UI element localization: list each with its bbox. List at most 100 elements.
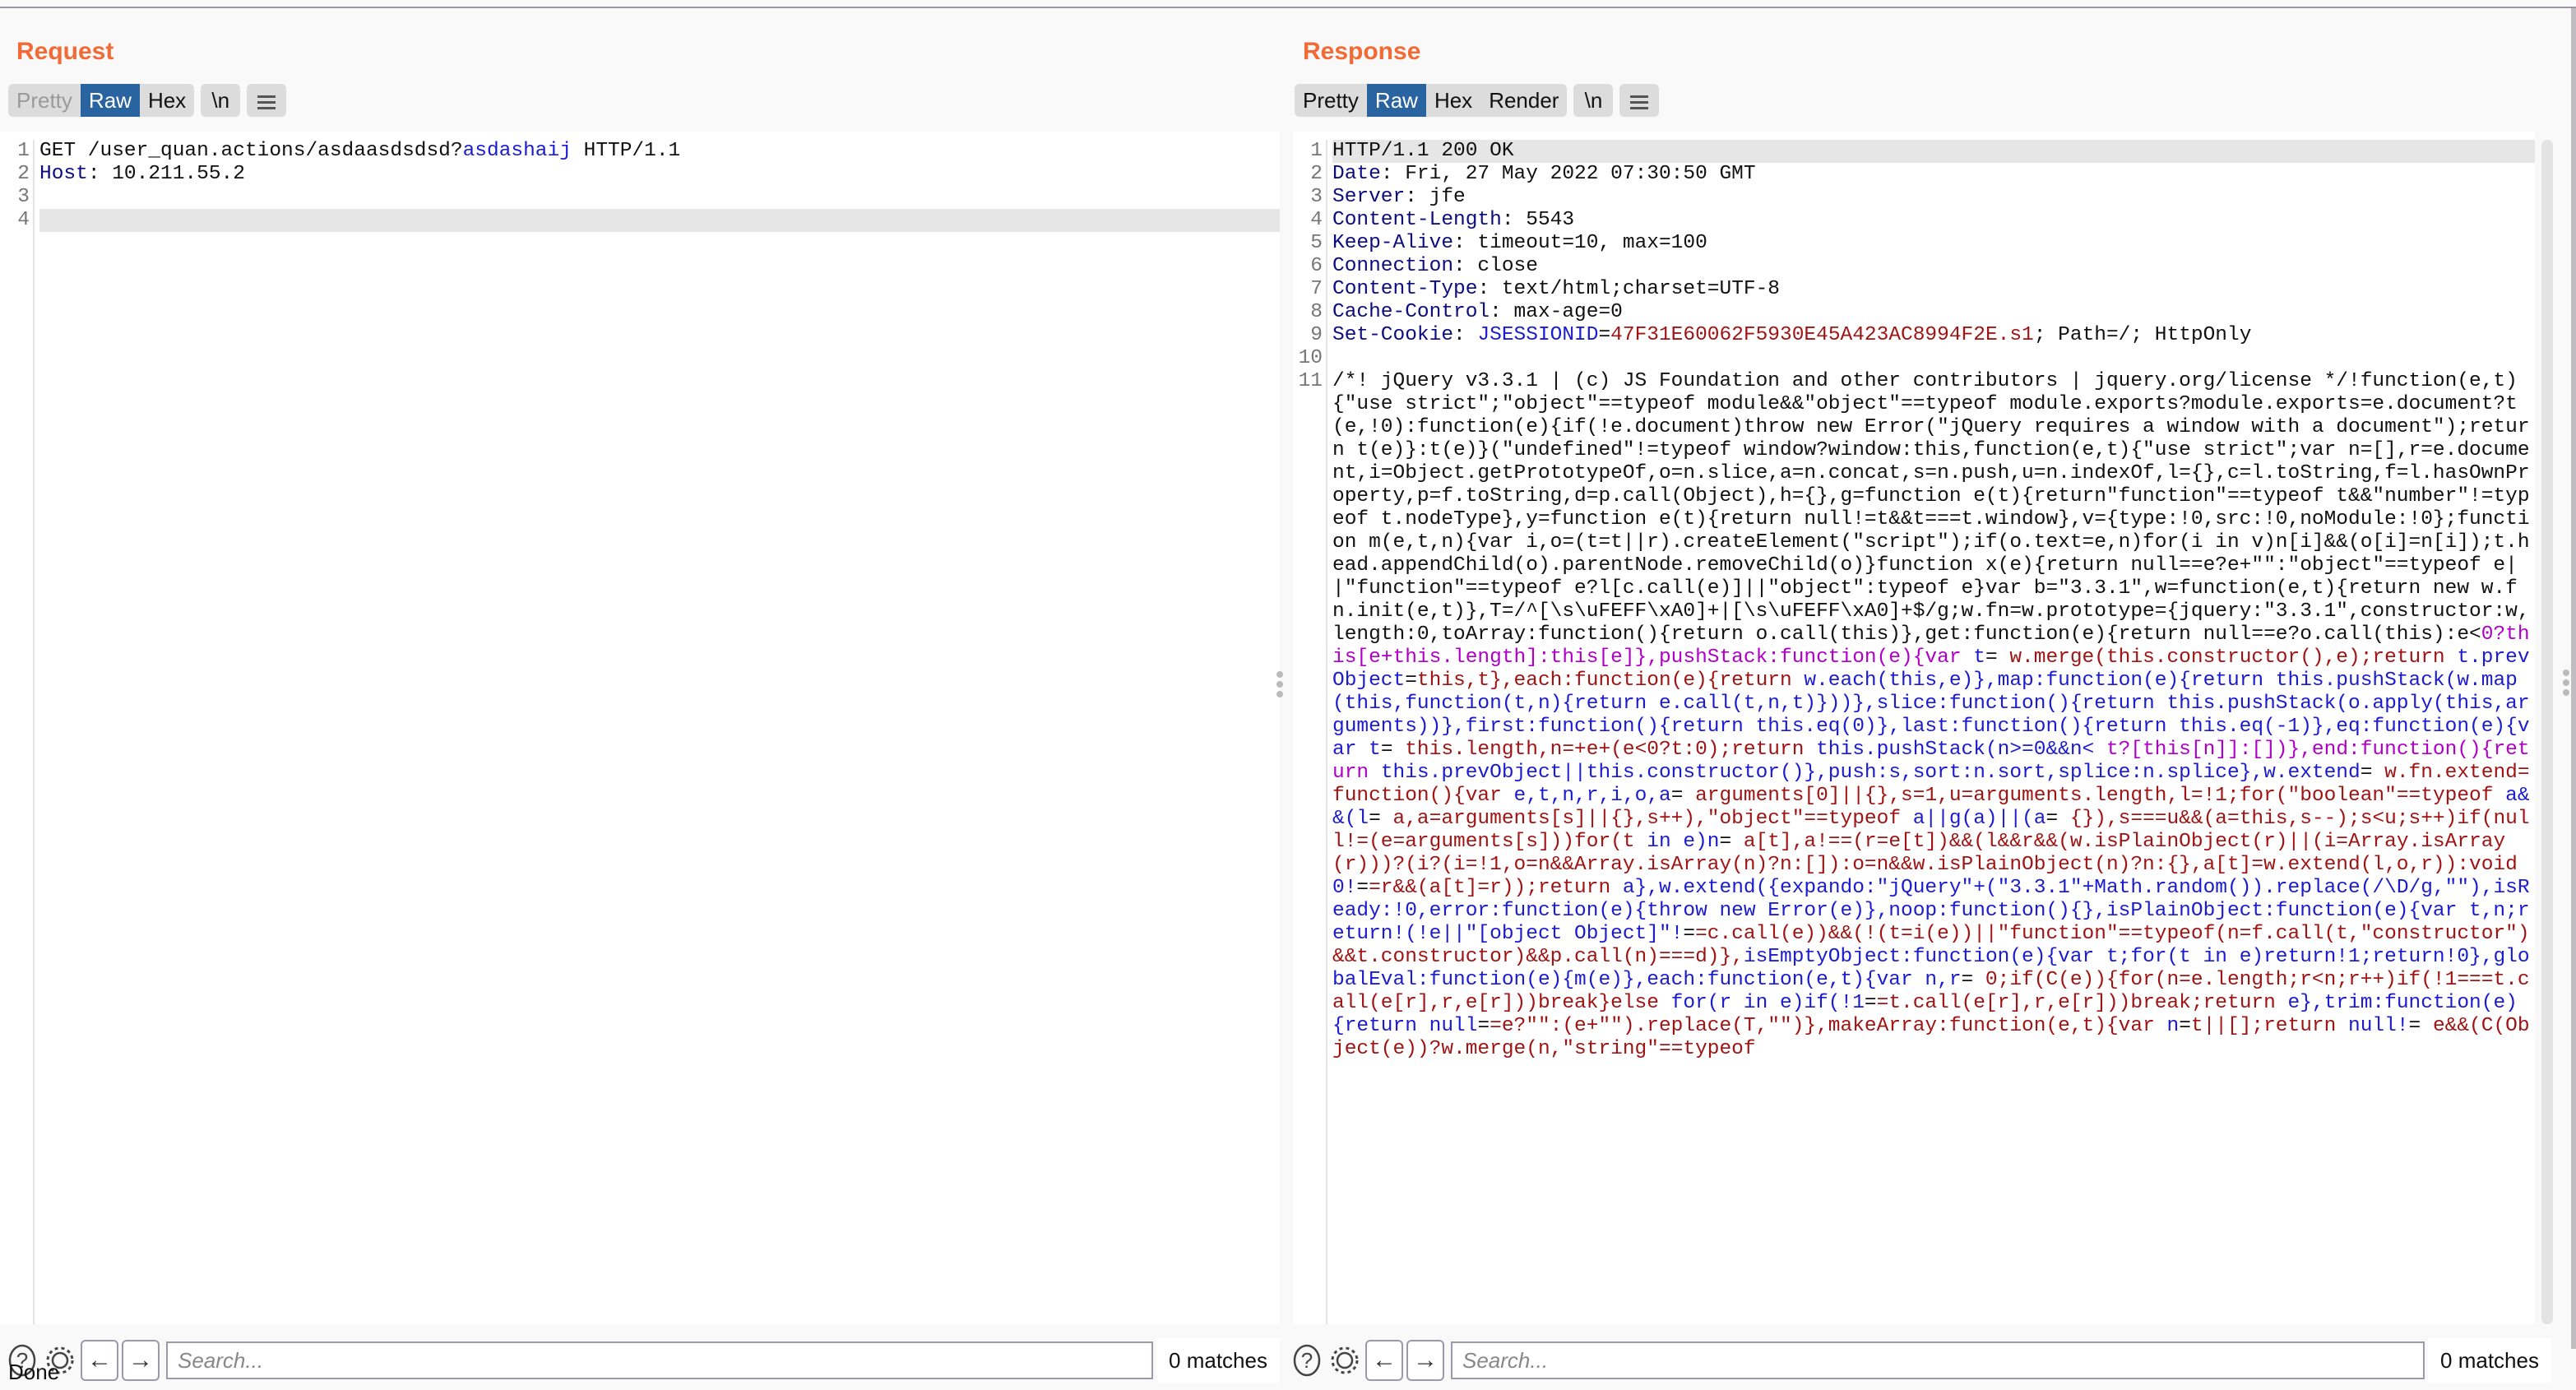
search-previous-button[interactable]: ← xyxy=(1365,1340,1403,1381)
code-token: 47F31E60062F5930E45A423AC8994F2E.s1 xyxy=(1610,324,2034,346)
code-token: 0! xyxy=(1332,877,1357,899)
code-line[interactable]: 3 Server: jfe xyxy=(1293,186,2535,209)
response-tab-raw[interactable]: Raw xyxy=(1366,84,1426,117)
search-previous-button[interactable]: ← xyxy=(81,1340,118,1381)
code-token: : close xyxy=(1453,255,1538,277)
code-token: : 10.211.55.2 xyxy=(87,163,245,185)
code-line[interactable]: 1 GET /user_quan.actions/asdaasdsdsd?asda… xyxy=(0,140,1280,163)
code-line[interactable]: 2 Date: Fri, 27 May 2022 07:30:50 GMT xyxy=(1293,163,2535,186)
code-line[interactable]: 8 Cache-Control: max-age=0 xyxy=(1293,301,2535,324)
code-line[interactable]: 5 Keep-Alive: timeout=10, max=100 xyxy=(1293,232,2535,255)
response-search-match-count: 0 matches xyxy=(2428,1338,2551,1383)
response-view-tabs: Pretty Raw Hex Render xyxy=(1295,84,1568,117)
settings-gear-icon[interactable] xyxy=(1327,1341,1362,1379)
code-line[interactable]: 9 Set-Cookie: JSESSIONID=47F31E60062F5930… xyxy=(1293,324,2535,347)
request-view-tabs: Pretty Raw Hex xyxy=(8,84,195,117)
code-token: arguments[0]||{},s=1,u=arguments.length,… xyxy=(1683,785,2506,807)
code-token: =e?"":(e+"").replace(T,"")},makeArray:fu… xyxy=(1490,1015,2167,1037)
line-number: 8 xyxy=(1310,301,1323,323)
request-tab-raw[interactable]: Raw xyxy=(80,84,140,117)
response-tab-pretty[interactable]: Pretty xyxy=(1295,84,1367,117)
code-token: null! xyxy=(2348,1015,2409,1037)
request-tab-hex[interactable]: Hex xyxy=(140,84,194,117)
code-token: = xyxy=(2360,762,2373,784)
code-token: = xyxy=(1598,324,1611,346)
line-content xyxy=(1332,347,2535,370)
code-line[interactable]: 1 HTTP/1.1 200 OK xyxy=(1293,140,2535,163)
code-token: = xyxy=(1369,808,1381,830)
response-lines[interactable]: 1 HTTP/1.1 200 OK 2 Date: Fri, 27 May 2022 … xyxy=(1293,140,2535,1324)
line-content: Content-Length: 5543 xyxy=(1332,209,2535,232)
arrow-right-icon: → xyxy=(128,1346,153,1374)
request-title: Request xyxy=(16,38,114,65)
code-token: this,t},each:function(e){return xyxy=(1416,670,1805,692)
line-number: 9 xyxy=(1310,324,1323,346)
response-tab-hex[interactable]: Hex xyxy=(1426,84,1480,117)
code-line[interactable]: 2 Host: 10.211.55.2 xyxy=(0,163,1280,186)
line-number: 7 xyxy=(1310,278,1323,300)
code-token: Connection xyxy=(1332,255,1454,277)
code-token: = xyxy=(1380,739,1393,761)
inspector-splitter-handle[interactable] xyxy=(2563,666,2569,699)
code-line[interactable]: 7 Content-Type: text/html;charset=UTF-8 xyxy=(1293,278,2535,301)
search-next-button[interactable]: → xyxy=(1406,1340,1444,1381)
line-content: Host: 10.211.55.2 xyxy=(39,163,1280,186)
code-line[interactable]: 10 xyxy=(1293,347,2535,370)
code-token: this.prevObject||this.constructor()},pus… xyxy=(1380,762,2361,784)
response-editor[interactable]: 1 HTTP/1.1 200 OK 2 Date: Fri, 27 May 2022 … xyxy=(1293,132,2535,1324)
line-number: 10 xyxy=(1298,347,1323,369)
response-menu-button[interactable] xyxy=(1619,84,1660,117)
line-number: 1 xyxy=(17,140,30,162)
request-lines[interactable]: 1 GET /user_quan.actions/asdaasdsdsd?asda… xyxy=(0,140,1280,1324)
line-content: Content-Type: text/html;charset=UTF-8 xyxy=(1332,278,2535,301)
code-token: HTTP/1.1 xyxy=(571,140,681,162)
request-tab-pretty[interactable]: Pretty xyxy=(8,84,81,117)
arrow-left-icon: ← xyxy=(87,1346,112,1374)
code-token: /*! jQuery v3.3.1 | (c) JS Foundation an… xyxy=(1332,370,2530,646)
help-icon[interactable]: ? xyxy=(1290,1341,1324,1379)
request-search-bar: ? ← → 0 matches xyxy=(0,1336,1280,1385)
line-content: Server: jfe xyxy=(1332,186,2535,209)
code-token: Content-Type xyxy=(1332,278,1478,300)
response-search-input[interactable] xyxy=(1451,1341,2425,1379)
response-tab-render[interactable]: Render xyxy=(1480,84,1567,117)
inspector-sidebar-edge[interactable] xyxy=(2571,8,2576,1349)
code-line[interactable]: 4 xyxy=(0,209,1280,232)
status-bar-text: Done xyxy=(8,1360,60,1384)
arrow-left-icon: ← xyxy=(1372,1346,1397,1374)
request-view-toolbar: Pretty Raw Hex \n xyxy=(8,84,287,117)
code-line[interactable]: 11 /*! jQuery v3.3.1 | (c) JS Foundation … xyxy=(1293,370,2535,1061)
panel-splitter-handle[interactable] xyxy=(1276,668,1285,701)
request-newline-toggle[interactable]: \n xyxy=(201,84,241,117)
code-token: = xyxy=(1961,969,1974,991)
response-vertical-scrollbar[interactable] xyxy=(2541,140,2553,1324)
code-token: JSESSIONID xyxy=(1477,324,1599,346)
code-token: = xyxy=(1683,923,1696,945)
code-line[interactable]: 4 Content-Length: 5543 xyxy=(1293,209,2535,232)
response-newline-toggle[interactable]: \n xyxy=(1573,84,1614,117)
code-line[interactable]: 6 Connection: close xyxy=(1293,255,2535,278)
response-panel: Response Pretty Raw Hex Render \n 1 HTTP/… xyxy=(1293,8,2553,1383)
code-token: = xyxy=(1477,1015,1490,1037)
request-editor[interactable]: 1 GET /user_quan.actions/asdaasdsdsd?asda… xyxy=(0,132,1280,1324)
request-menu-button[interactable] xyxy=(247,84,287,117)
line-number: 2 xyxy=(17,163,30,185)
code-token: ; Path=/; HttpOnly xyxy=(2033,324,2252,346)
code-token: e,t,n,r,i,o,a xyxy=(1513,785,1671,807)
code-token: = xyxy=(2179,1015,2191,1037)
line-content: Set-Cookie: JSESSIONID=47F31E60062F5930E… xyxy=(1332,324,2535,347)
request-search-input[interactable] xyxy=(166,1341,1153,1379)
search-next-button[interactable]: → xyxy=(122,1340,160,1381)
code-token: this.pushStack(n>=0&&n< xyxy=(1816,739,2095,761)
code-token: for(r in e)if(!1 xyxy=(1670,992,1865,1014)
code-token: : max-age=0 xyxy=(1490,301,1623,323)
code-token: = xyxy=(1985,646,1998,669)
code-token: : xyxy=(1453,324,1478,346)
code-line[interactable]: 3 xyxy=(0,186,1280,209)
code-token: =t.call(e[r],r,e[r]))break;return xyxy=(1876,992,2288,1014)
code-token: HTTP/1.1 200 OK xyxy=(1332,140,1514,162)
response-title: Response xyxy=(1303,38,1421,65)
line-number: 6 xyxy=(1310,255,1323,277)
code-token: Keep-Alive xyxy=(1332,232,1454,254)
code-token: n xyxy=(2166,1015,2180,1037)
